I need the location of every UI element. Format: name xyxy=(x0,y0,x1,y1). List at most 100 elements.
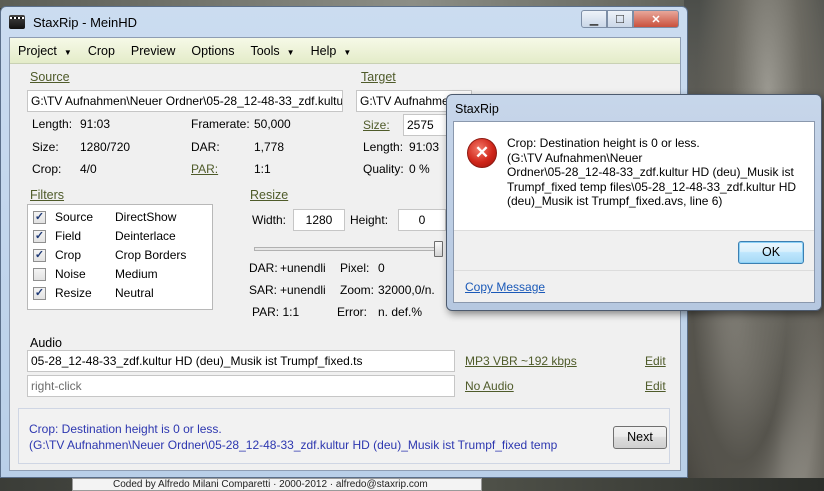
audio-track2-edit-link[interactable]: Edit xyxy=(645,379,666,393)
target-length-label: Length: xyxy=(363,140,404,154)
filter-name: Noise xyxy=(55,267,86,281)
close-button[interactable]: ✕ xyxy=(633,10,679,28)
source-par-link[interactable]: PAR: xyxy=(191,162,218,176)
audio-track1-edit-link[interactable]: Edit xyxy=(645,354,666,368)
dialog-body: ✕ Crop: Destination height is 0 or less.… xyxy=(453,121,815,303)
audio-group-title: Audio xyxy=(30,336,62,350)
dialog-message-line: Crop: Destination height is 0 or less. xyxy=(507,136,700,150)
audio-track1-profile-link[interactable]: MP3 VBR ~192 kbps xyxy=(465,354,577,368)
target-group-title: Target xyxy=(361,70,396,84)
source-dar-label: DAR: xyxy=(191,140,220,154)
menu-item-label: Help xyxy=(310,43,337,58)
filter-checkbox[interactable]: ✓ xyxy=(33,230,46,243)
filter-row-noise[interactable]: Noise Medium xyxy=(28,266,212,285)
resize-pixel-label: Pixel: xyxy=(340,261,370,275)
menu-item-tools[interactable]: Tools ▼ xyxy=(242,40,302,62)
target-quality-label: Quality: xyxy=(363,162,404,176)
status-message-line1: Crop: Destination height is 0 or less. xyxy=(29,422,222,436)
filter-checkbox[interactable]: ✓ xyxy=(33,211,46,224)
filter-value: Deinterlace xyxy=(115,229,176,243)
next-button[interactable]: Next xyxy=(613,426,667,449)
copy-message-link[interactable]: Copy Message xyxy=(465,280,545,294)
filter-name: Field xyxy=(55,229,82,243)
minimize-button[interactable]: ▁ xyxy=(581,10,607,28)
filter-row-crop[interactable]: ✓ Crop Crop Borders xyxy=(28,247,212,266)
menu-item-help[interactable]: Help ▼ xyxy=(303,40,360,62)
title-bar[interactable]: StaxRip - MeinHD ▁ ☐ ✕ xyxy=(1,7,687,37)
filter-checkbox[interactable]: ✓ xyxy=(33,287,46,300)
filter-name: Source xyxy=(55,210,94,224)
clapperboard-icon xyxy=(9,15,25,29)
source-crop-value: 4/0 xyxy=(80,162,97,176)
source-length-label: Length: xyxy=(32,117,73,131)
close-icon: ✕ xyxy=(651,13,661,26)
filter-name: Resize xyxy=(55,286,92,300)
dialog-button-row: OK xyxy=(454,230,814,270)
filter-row-field[interactable]: ✓ Field Deinterlace xyxy=(28,228,212,247)
source-crop-label: Crop: xyxy=(32,162,62,176)
target-quality-value: 0 % xyxy=(409,162,430,176)
filter-row-resize[interactable]: ✓ Resize Neutral xyxy=(28,285,212,304)
dropdown-arrow-icon: ▼ xyxy=(343,47,352,57)
menu-item-label: Tools xyxy=(250,43,280,58)
menu-item-project[interactable]: Project ▼ xyxy=(10,40,80,62)
filters-group-title: Filters xyxy=(30,188,65,202)
resize-error-label: Error: xyxy=(337,305,367,319)
source-framerate-value: 50,000 xyxy=(254,117,291,131)
filter-checkbox[interactable]: ✓ xyxy=(33,249,46,262)
resize-sar-label: SAR: xyxy=(249,283,278,297)
filter-value: DirectShow xyxy=(115,210,177,224)
menu-item-label: Project xyxy=(18,43,57,58)
source-size-value: 1280/720 xyxy=(80,140,131,154)
resize-sar-value: +unendli xyxy=(280,283,326,297)
resize-zoom-value: 32000,0/n. xyxy=(378,283,435,297)
source-size-label: Size: xyxy=(32,140,59,154)
resize-height-input[interactable]: 0 xyxy=(398,209,446,231)
menu-item-label: Options xyxy=(191,43,235,58)
resize-height-label: Height: xyxy=(350,213,389,227)
dialog-message: Crop: Destination height is 0 or less. (G… xyxy=(507,136,807,209)
source-path-field[interactable]: G:\TV Aufnahmen\Neuer Ordner\05-28_12-48… xyxy=(27,90,343,112)
minimize-icon: ▁ xyxy=(589,13,599,26)
maximize-icon: ☐ xyxy=(615,13,625,26)
audio-track2-profile-link[interactable]: No Audio xyxy=(465,379,514,393)
resize-width-input[interactable]: 1280 xyxy=(293,209,345,231)
status-message-line2: (G:\TV Aufnahmen\Neuer Ordner\05-28_12-4… xyxy=(29,438,558,452)
menu-item-crop[interactable]: Crop xyxy=(80,40,123,62)
ok-button[interactable]: OK xyxy=(738,241,804,264)
target-length-value: 91:03 xyxy=(409,140,440,154)
source-dar-value: 1,778 xyxy=(254,140,285,154)
dropdown-arrow-icon: ▼ xyxy=(63,47,72,57)
resize-slider-track[interactable] xyxy=(254,247,440,251)
filters-list[interactable]: ✓ Source DirectShow ✓ Field Deinterlace ✓ Crop C… xyxy=(27,204,213,310)
dialog-title: StaxRip xyxy=(455,102,499,116)
dropdown-arrow-icon: ▼ xyxy=(286,47,295,57)
source-group-title: Source xyxy=(30,70,70,84)
resize-width-label: Width: xyxy=(252,213,287,227)
dialog-message-line: (deu)_Musik ist Trumpf_fixed.avs, line 6… xyxy=(507,194,723,208)
target-size-link[interactable]: Size: xyxy=(363,118,390,132)
resize-zoom-label: Zoom: xyxy=(340,283,375,297)
menu-item-label: Crop xyxy=(87,43,115,58)
filter-checkbox[interactable] xyxy=(33,268,46,281)
dialog-message-line: Trumpf_fixed temp files\05-28_12-48-33_z… xyxy=(507,179,797,194)
filter-row-source[interactable]: ✓ Source DirectShow xyxy=(28,209,212,228)
background-window-caption: Coded by Alfredo Milani Comparetti · 200… xyxy=(72,478,482,491)
filter-value: Crop Borders xyxy=(115,248,187,262)
filter-name: Crop xyxy=(55,248,82,262)
menu-item-preview[interactable]: Preview xyxy=(123,40,183,62)
audio-track1-field[interactable]: 05-28_12-48-33_zdf.kultur HD (deu)_Musik… xyxy=(27,350,455,372)
resize-group-title: Resize xyxy=(250,188,289,202)
source-length-value: 91:03 xyxy=(80,117,111,131)
maximize-button[interactable]: ☐ xyxy=(607,10,633,28)
status-panel: Crop: Destination height is 0 or less. (… xyxy=(18,408,670,464)
dialog-footer: Copy Message xyxy=(454,270,814,302)
resize-slider-thumb[interactable] xyxy=(434,241,443,257)
source-par-value: 1:1 xyxy=(254,162,271,176)
resize-par-text: PAR: 1:1 xyxy=(252,305,300,319)
audio-track2-field[interactable]: right-click xyxy=(27,375,455,397)
menu-item-options[interactable]: Options xyxy=(183,40,242,62)
dialog-message-line: Ordner\05-28_12-48-33_zdf.kultur HD (deu… xyxy=(507,165,794,179)
source-framerate-label: Framerate: xyxy=(191,117,250,131)
menu-bar: Project ▼ Crop Preview Options Tools ▼ Help ▼ xyxy=(10,38,680,64)
